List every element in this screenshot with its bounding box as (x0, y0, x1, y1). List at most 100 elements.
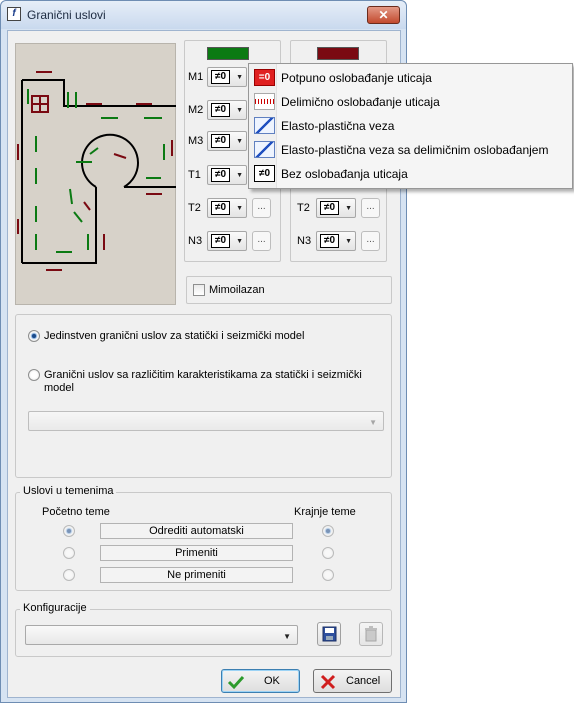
configurations-legend: Konfiguracije (20, 602, 90, 614)
row-label-m1: M1 (188, 71, 204, 83)
end-color-swatch (317, 47, 359, 60)
configuration-combo[interactable]: ▼ (25, 625, 298, 645)
menu-item-label: Elasto-plastična veza sa delimičnim oslo… (281, 143, 549, 157)
release-symbol-icon: ≠0 (211, 134, 230, 148)
elasto-plastic-icon (254, 117, 275, 134)
chevron-down-icon: ▼ (236, 138, 243, 145)
no-release-icon: ≠0 (254, 165, 275, 182)
save-config-button[interactable] (317, 622, 341, 646)
release-dropdown-m2[interactable]: ≠0 ▼ (207, 100, 247, 120)
delete-config-button[interactable] (359, 622, 383, 646)
end-vertex-header: Krajnje teme (294, 506, 356, 518)
release-symbol-icon: ≠0 (211, 168, 230, 182)
row-label-n3: N3 (188, 235, 203, 247)
row-label-t1: T1 (188, 169, 201, 181)
start-color-swatch (207, 47, 249, 60)
menu-item-4[interactable]: Elasto-plastična veza sa delimičnim oslo… (251, 138, 570, 162)
option-not-apply: Ne primeniti (100, 567, 293, 583)
mimoilazan-label: Mimoilazan (209, 284, 265, 296)
release-symbol-icon: ≠0 (320, 201, 339, 215)
cancel-label: Cancel (346, 675, 381, 687)
release-dropdown-n3[interactable]: ≠0 ▼ (207, 231, 247, 251)
chevron-down-icon: ▼ (283, 632, 291, 641)
chevron-down-icon: ▼ (369, 418, 377, 427)
release-type-menu: =0 Potpuno oslobađanje uticaja Delimično o… (248, 63, 573, 189)
chevron-down-icon: ▼ (236, 238, 243, 245)
chevron-down-icon: ▼ (345, 238, 352, 245)
menu-item-1[interactable]: =0 Potpuno oslobađanje uticaja (251, 66, 570, 90)
end-row-options-button-n3[interactable]: ... (361, 231, 380, 251)
end-radio-apply[interactable] (322, 547, 334, 559)
menu-item-label: Elasto-plastična veza (281, 119, 395, 133)
unified-model-label: Jedinstven granični uslov za statički i … (44, 330, 305, 342)
menu-item-3[interactable]: Elasto-plastična veza (251, 114, 570, 138)
menu-item-label: Delimično oslobađanje uticaja (281, 95, 440, 109)
trash-icon (365, 626, 377, 642)
title-bar[interactable]: f Granični uslovi ✕ (1, 1, 406, 29)
release-dropdown-m3[interactable]: ≠0 ▼ (207, 131, 247, 151)
app-icon: f (7, 7, 21, 21)
model-combo[interactable]: ▼ (28, 411, 384, 431)
start-vertex-header: Početno teme (42, 506, 110, 518)
chevron-down-icon: ▼ (236, 74, 243, 81)
vertex-conditions-legend: Uslovi u temenima (20, 485, 117, 497)
row-options-button-n3[interactable]: ... (252, 231, 271, 251)
full-release-icon: =0 (254, 69, 275, 86)
release-symbol-icon: ≠0 (211, 234, 230, 248)
beam-preview-drawing (17, 71, 176, 271)
end-release-dropdown-t2[interactable]: ≠0 ▼ (316, 198, 356, 218)
node-symbol (31, 95, 49, 113)
end-radio-auto[interactable] (322, 525, 334, 537)
mimoilazan-group: Mimoilazan (186, 276, 392, 304)
release-symbol-icon: ≠0 (320, 234, 339, 248)
beam-preview (15, 43, 176, 305)
end-radio-not-apply[interactable] (322, 569, 334, 581)
cancel-x-icon (320, 674, 336, 690)
configurations-group: Konfiguracije ▼ (15, 602, 392, 657)
row-label-m3: M3 (188, 135, 204, 147)
start-radio-apply[interactable] (63, 547, 75, 559)
release-dropdown-t2[interactable]: ≠0 ▼ (207, 198, 247, 218)
row-options-button-t2[interactable]: ... (252, 198, 271, 218)
end-row-label-t2: T2 (297, 202, 310, 214)
chevron-down-icon: ▼ (236, 172, 243, 179)
release-symbol-icon: ≠0 (211, 70, 230, 84)
chevron-down-icon: ▼ (236, 107, 243, 114)
option-apply: Primeniti (100, 545, 293, 561)
window-title: Granični uslovi (27, 8, 106, 22)
menu-item-label: Bez oslobađanja uticaja (281, 167, 408, 181)
beam-outline (21, 79, 176, 264)
elasto-plastic-partial-icon (254, 141, 275, 158)
ok-button[interactable]: OK (221, 669, 300, 693)
different-model-label: Granični uslov sa različitim karakterist… (44, 369, 362, 394)
close-button[interactable]: ✕ (367, 6, 400, 24)
start-radio-auto[interactable] (63, 525, 75, 537)
end-row-options-button-t2[interactable]: ... (361, 198, 380, 218)
row-label-t2: T2 (188, 202, 201, 214)
release-symbol-icon: ≠0 (211, 103, 230, 117)
chevron-down-icon: ▼ (345, 205, 352, 212)
menu-item-5[interactable]: ≠0 Bez oslobađanja uticaja (251, 162, 570, 186)
mimoilazan-checkbox[interactable] (193, 284, 205, 296)
release-symbol-icon: ≠0 (211, 201, 230, 215)
end-release-dropdown-n3[interactable]: ≠0 ▼ (316, 231, 356, 251)
partial-release-icon (254, 93, 275, 110)
radio-unified-model[interactable] (28, 330, 40, 342)
model-options-group: Jedinstven granični uslov za statički i … (15, 314, 392, 478)
start-radio-not-apply[interactable] (63, 569, 75, 581)
cancel-button[interactable]: Cancel (313, 669, 392, 693)
dialog-window: f Granični uslovi ✕ M1 ≠0 ▼ M2 ≠0 ▼ M3 ≠… (0, 0, 574, 703)
end-row-label-n3: N3 (297, 235, 312, 247)
radio-different-model[interactable] (28, 369, 40, 381)
chevron-down-icon: ▼ (236, 205, 243, 212)
release-dropdown-m1[interactable]: ≠0 ▼ (207, 67, 247, 87)
save-icon (322, 626, 337, 642)
menu-item-label: Potpuno oslobađanje uticaja (281, 71, 432, 85)
row-label-m2: M2 (188, 104, 204, 116)
ok-label: OK (264, 675, 280, 687)
menu-item-2[interactable]: Delimično oslobađanje uticaja (251, 90, 570, 114)
checkmark-icon (227, 675, 245, 690)
option-auto: Odrediti automatski (100, 523, 293, 539)
release-dropdown-t1[interactable]: ≠0 ▼ (207, 165, 247, 185)
vertex-conditions-group: Uslovi u temenima Početno teme Krajnje t… (15, 485, 392, 591)
